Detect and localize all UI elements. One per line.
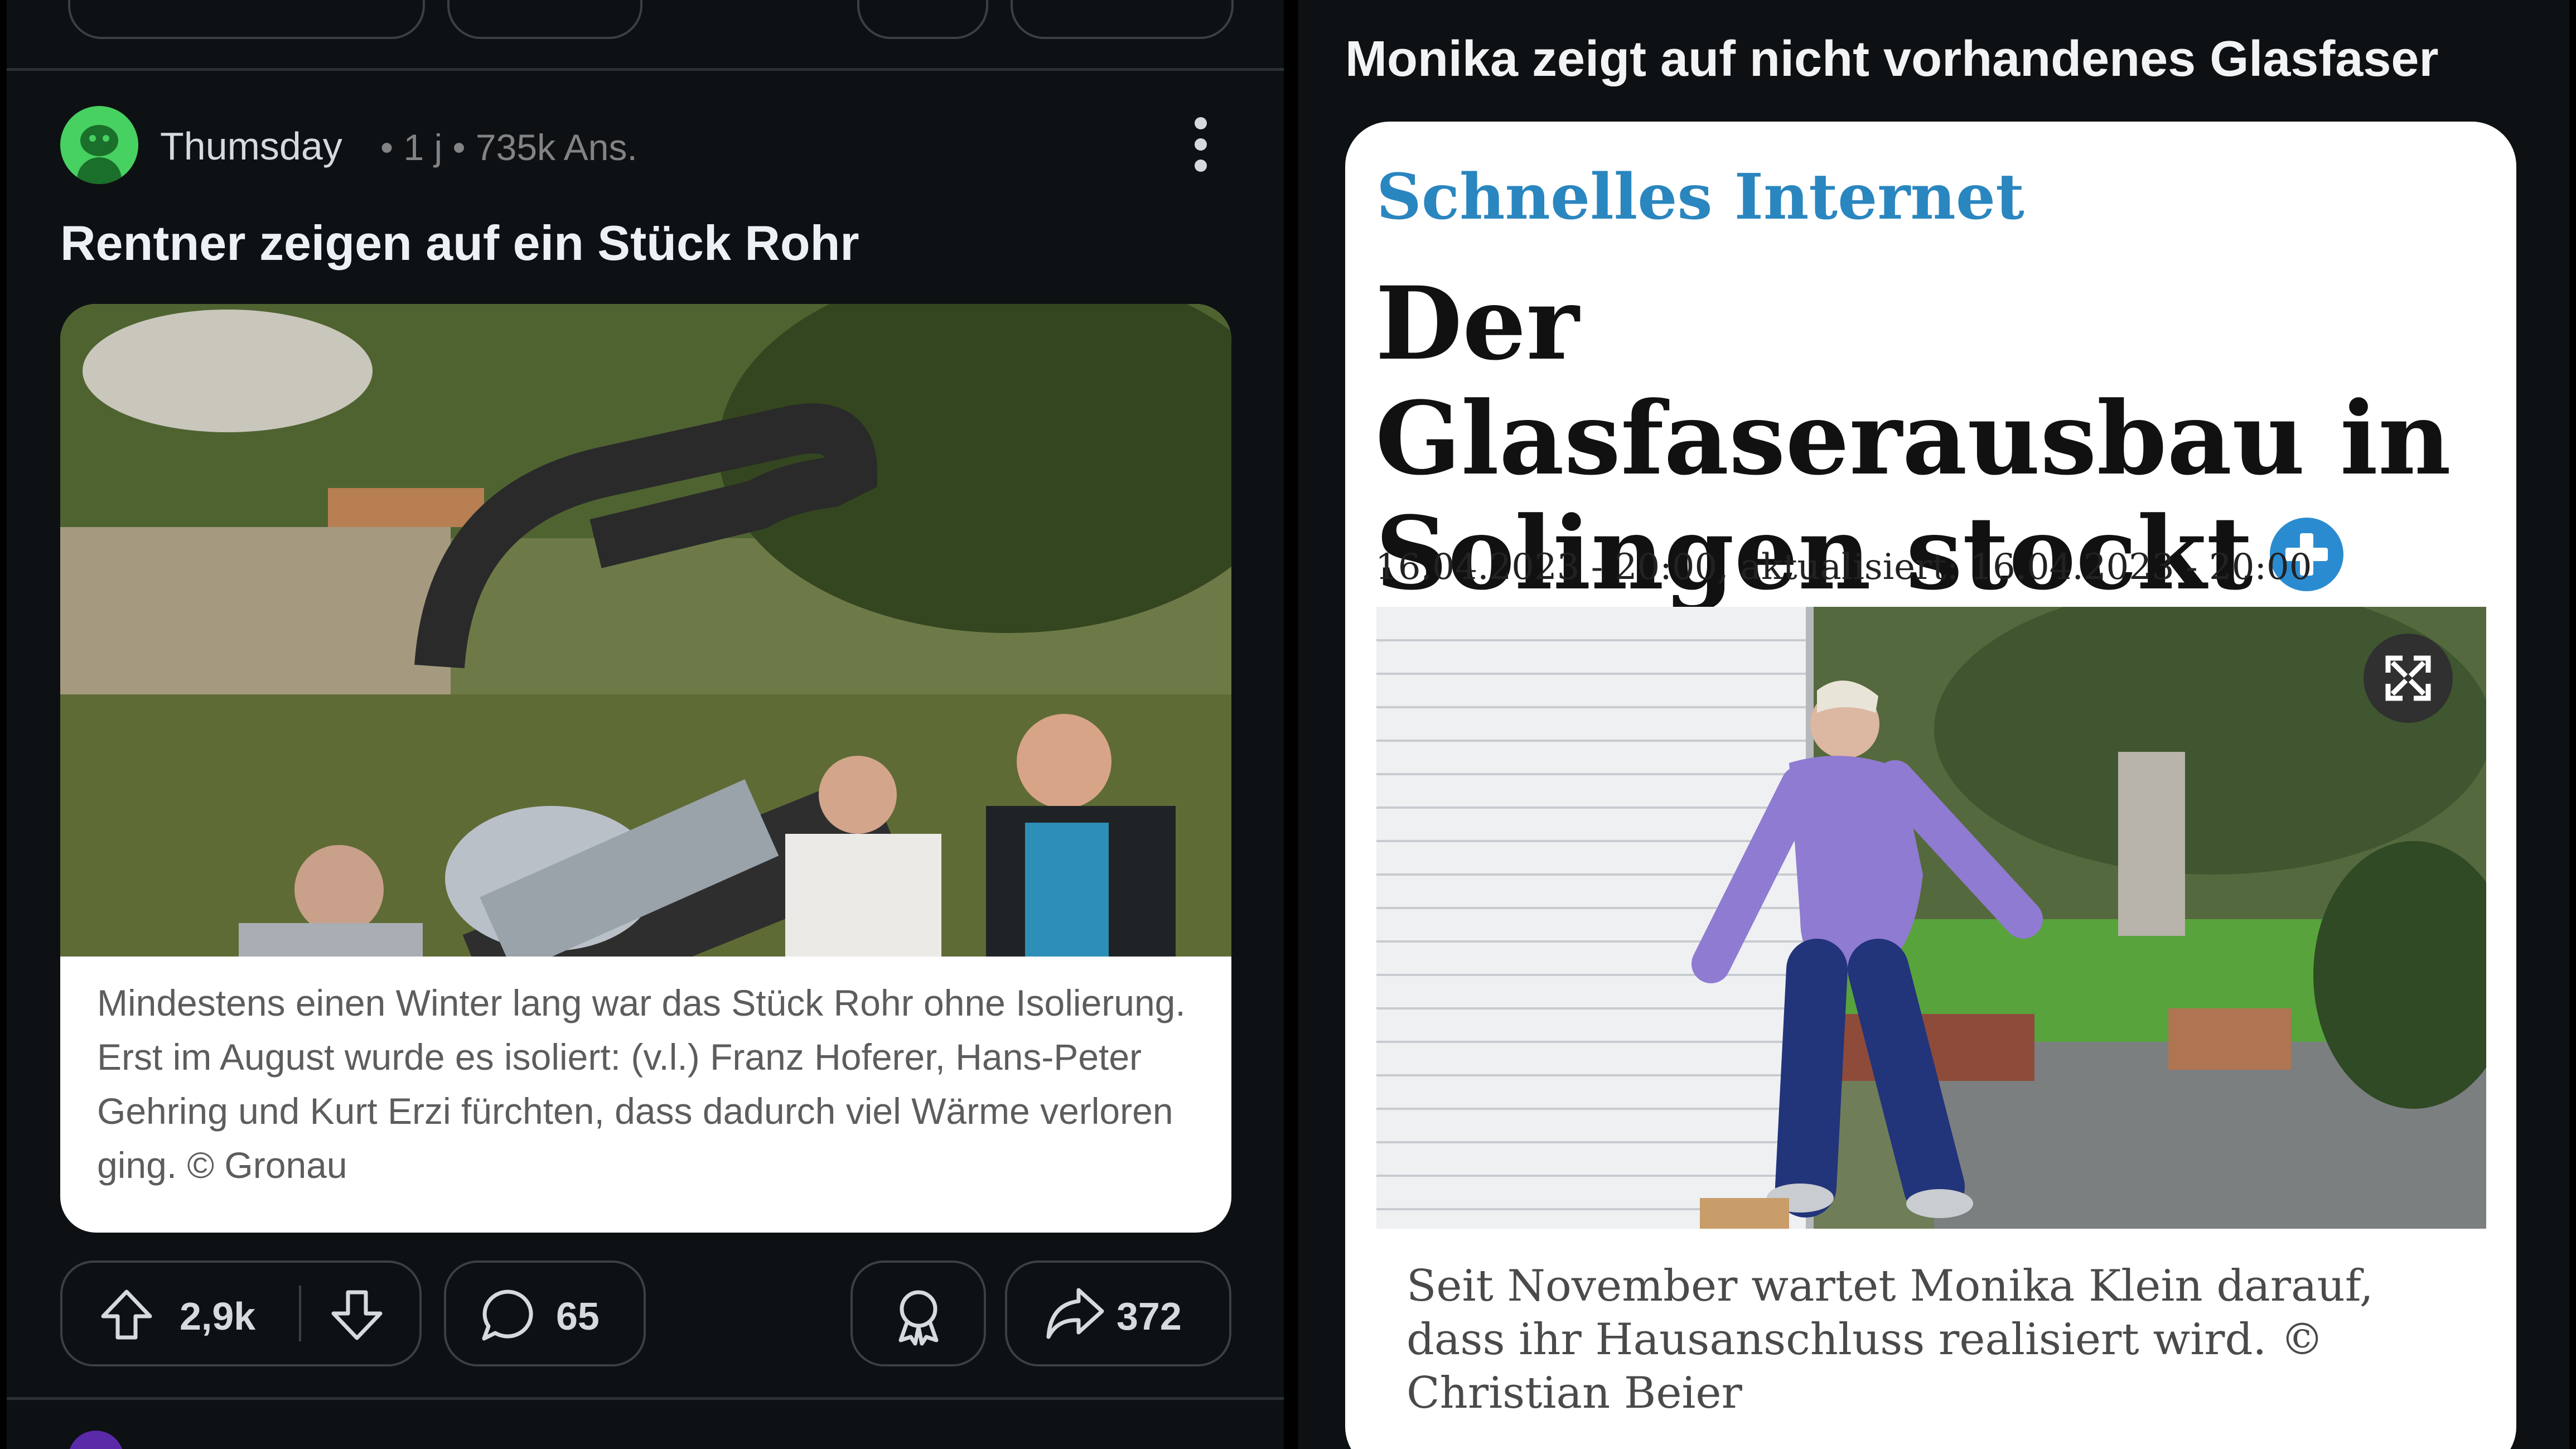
user-avatar[interactable] — [60, 106, 138, 184]
next-post-avatar — [68, 1431, 124, 1449]
prev-share-pill[interactable] — [1011, 0, 1234, 39]
share-icon[interactable] — [1044, 1286, 1105, 1341]
post-image-card[interactable]: Mindestens einen Winter lang war das Stü… — [60, 304, 1231, 1233]
post-divider-top — [7, 68, 1284, 71]
article-image-caption: Seit November wartet Monika Klein darauf… — [1407, 1261, 2374, 1418]
post-meta: • 1 j • 735k Ans. — [380, 127, 637, 168]
fullscreen-icon[interactable] — [2364, 634, 2453, 723]
article-photo — [1376, 607, 2486, 1229]
upvote-count: 2,9k — [180, 1295, 256, 1338]
post-divider-bottom — [7, 1397, 1284, 1400]
comment-count: 65 — [556, 1295, 600, 1338]
article-photo-scene — [1376, 607, 2486, 1229]
avatar-eye-left — [89, 135, 96, 142]
prev-award-pill[interactable] — [857, 0, 988, 39]
article-kicker: Schnelles Internet — [1376, 161, 2024, 234]
avatar-head — [80, 125, 118, 156]
more-icon[interactable] — [1195, 117, 1208, 173]
prev-comment-pill[interactable] — [447, 0, 642, 39]
share-count: 372 — [1117, 1295, 1182, 1338]
downvote-icon[interactable] — [329, 1288, 385, 1341]
avatar-eye-right — [103, 135, 109, 142]
article-dateline: 16.04.2023 - 20:00, aktualisiert: 16.04.… — [1375, 547, 2312, 588]
article-screenshot[interactable]: Schnelles Internet Der Glasfaserausbau i… — [1345, 122, 2516, 1449]
prev-vote-pill[interactable] — [68, 0, 425, 39]
post-title[interactable]: Rentner zeigen auf ein Stück Rohr — [60, 215, 859, 272]
avatar-body — [77, 157, 122, 184]
right-post-title[interactable]: Monika zeigt auf nicht vorhandenes Glasf… — [1345, 31, 2439, 88]
upvote-icon[interactable] — [99, 1288, 154, 1341]
right-post-panel: Monika zeigt auf nicht vorhandenes Glasf… — [1298, 0, 2569, 1449]
vote-separator — [299, 1286, 301, 1341]
award-icon[interactable] — [891, 1286, 946, 1347]
comment-pill[interactable] — [444, 1260, 646, 1366]
left-post-panel: Thumsday • 1 j • 735k Ans. Rentner zeige… — [7, 0, 1284, 1449]
photo-scene — [60, 304, 1231, 957]
post-author[interactable]: Thumsday — [160, 124, 342, 168]
post-image-caption: Mindestens einen Winter lang war das Stü… — [97, 982, 1186, 1186]
post-photo — [60, 304, 1231, 957]
comment-icon[interactable] — [480, 1287, 535, 1343]
